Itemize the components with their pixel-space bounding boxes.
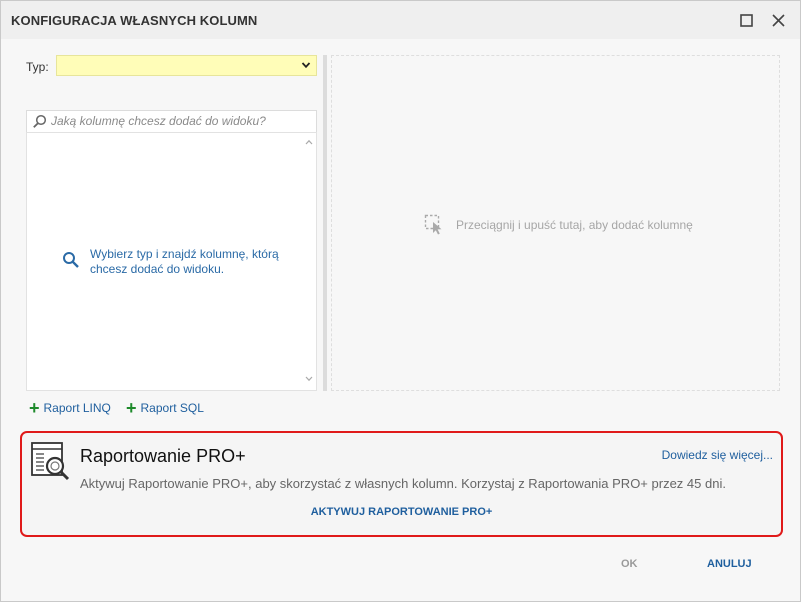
column-search — [26, 110, 317, 132]
plus-icon: + — [29, 398, 40, 418]
close-icon — [771, 13, 785, 27]
type-select[interactable] — [56, 55, 317, 76]
promo-title: Raportowanie PRO+ — [80, 446, 246, 466]
add-linq-report-button[interactable]: + Raport LINQ — [29, 398, 111, 418]
drop-zone-hint: Przeciągnij i upuść tutaj, aby dodać kol… — [424, 214, 693, 236]
maximize-button[interactable] — [735, 9, 757, 31]
learn-more-link[interactable]: Dowiedz się więcej... — [662, 448, 773, 462]
sql-report-label: Raport SQL — [140, 401, 204, 415]
search-icon — [33, 114, 47, 128]
dialog-title: KONFIGURACJA WŁASNYCH KOLUMN — [11, 13, 258, 28]
title-bar: KONFIGURACJA WŁASNYCH KOLUMN — [1, 1, 800, 39]
cancel-button[interactable]: ANULUJ — [707, 558, 752, 570]
activate-pro-plus-button[interactable]: AKTYWUJ RAPORTOWANIE PRO+ — [22, 506, 781, 518]
promo-description: Aktywuj Raportowanie PRO+, aby skorzysta… — [80, 476, 726, 491]
pro-plus-promo: Raportowanie PRO+ Dowiedz się więcej... … — [20, 431, 783, 537]
drop-zone[interactable]: Przeciągnij i upuść tutaj, aby dodać kol… — [331, 55, 780, 391]
column-list[interactable]: Wybierz typ i znajdź kolumnę, którą chce… — [26, 132, 317, 391]
chevron-down-icon[interactable] — [305, 376, 313, 382]
list-hint-text: Wybierz typ i znajdź kolumnę, którą chce… — [90, 247, 279, 276]
chevron-up-icon[interactable] — [305, 139, 313, 145]
search-icon — [63, 252, 79, 268]
ok-button[interactable]: OK — [621, 558, 638, 570]
drop-zone-text: Przeciągnij i upuść tutaj, aby dodać kol… — [456, 218, 693, 232]
add-sql-report-button[interactable]: + Raport SQL — [126, 398, 204, 418]
plus-icon: + — [126, 398, 137, 418]
maximize-icon — [739, 13, 753, 27]
panel-splitter[interactable] — [323, 55, 327, 391]
custom-columns-dialog: KONFIGURACJA WŁASNYCH KOLUMN Typ: Wybier… — [0, 0, 801, 602]
chevron-down-icon — [301, 62, 311, 69]
list-scrollbar[interactable] — [302, 133, 316, 390]
linq-report-label: Raport LINQ — [43, 401, 111, 415]
report-search-icon — [31, 442, 70, 481]
list-hint: Wybierz typ i znajdź kolumnę, którą chce… — [62, 247, 292, 277]
close-button[interactable] — [767, 9, 789, 31]
drag-drop-icon — [424, 214, 442, 235]
search-input[interactable] — [51, 113, 311, 129]
type-label: Typ: — [26, 60, 49, 74]
